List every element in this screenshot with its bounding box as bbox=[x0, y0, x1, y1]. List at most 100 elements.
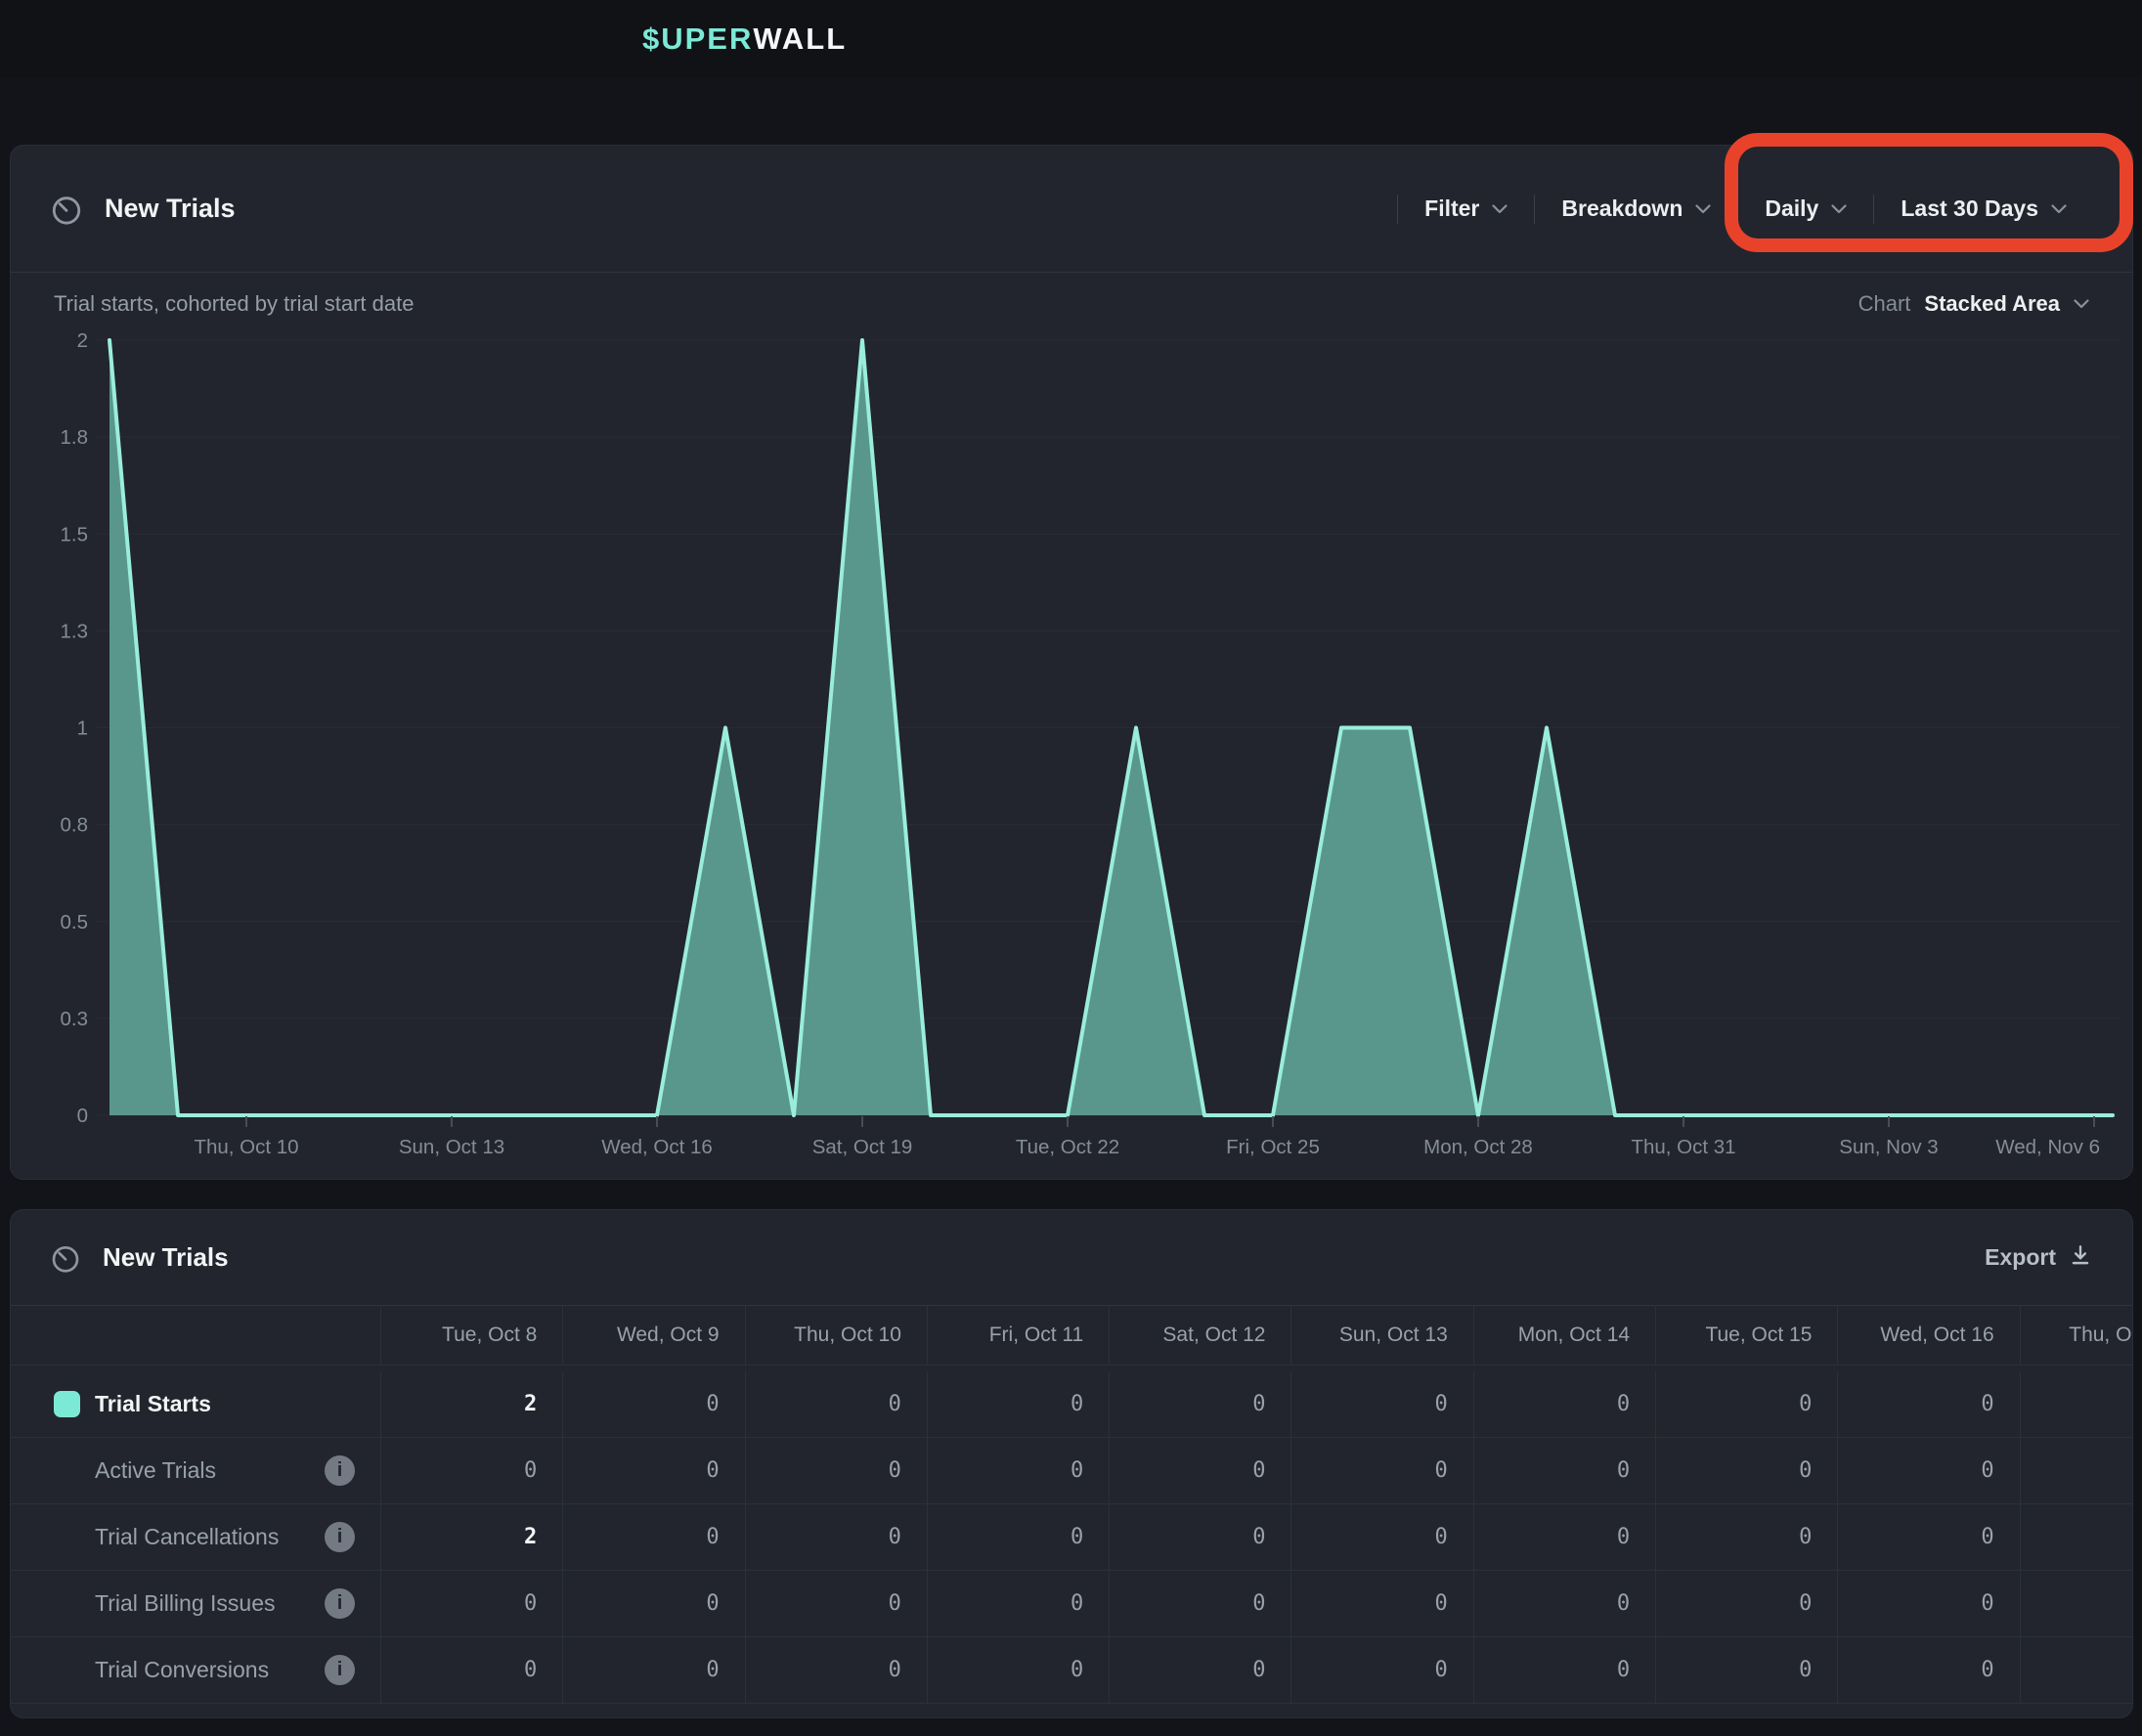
breakdown-dropdown[interactable]: Breakdown bbox=[1535, 195, 1737, 222]
svg-text:Wed, Oct 16: Wed, Oct 16 bbox=[601, 1136, 713, 1158]
value-cell: 0 bbox=[927, 1571, 1109, 1637]
svg-text:1.8: 1.8 bbox=[61, 426, 89, 449]
info-icon[interactable]: i bbox=[325, 1522, 355, 1552]
download-icon bbox=[2068, 1242, 2093, 1273]
column-header: Wed, Oct 9 bbox=[562, 1305, 744, 1366]
row-label: Active Trialsi bbox=[11, 1438, 380, 1504]
topbar: $UPERWALL bbox=[0, 0, 2142, 78]
svg-text:Mon, Oct 28: Mon, Oct 28 bbox=[1423, 1136, 1533, 1158]
value-cell: 0 bbox=[1655, 1571, 1837, 1637]
row-label: Trial Cancellationsi bbox=[11, 1504, 380, 1571]
chevron-down-icon bbox=[1695, 204, 1711, 214]
value-cell: 0 bbox=[1837, 1504, 2019, 1571]
value-cell: 0 bbox=[927, 1371, 1109, 1438]
value-cell: 0 bbox=[745, 1571, 927, 1637]
value-cell: 0 bbox=[1109, 1371, 1290, 1438]
svg-text:0.3: 0.3 bbox=[61, 1008, 89, 1030]
svg-text:1.5: 1.5 bbox=[61, 523, 89, 545]
svg-text:Wed, Nov 6: Wed, Nov 6 bbox=[1995, 1136, 2100, 1158]
svg-text:0: 0 bbox=[77, 1105, 88, 1127]
filter-dropdown[interactable]: Filter bbox=[1398, 195, 1534, 222]
svg-text:Sun, Nov 3: Sun, Nov 3 bbox=[1839, 1136, 1938, 1158]
chevron-down-icon bbox=[1831, 204, 1847, 214]
page: { "topbar": { "logo_teal": "$UPER", "log… bbox=[0, 0, 2142, 1736]
export-label: Export bbox=[1985, 1244, 2056, 1271]
value-cell: 0 bbox=[1109, 1438, 1290, 1504]
column-header: Fri, Oct 11 bbox=[927, 1305, 1109, 1366]
value-cell: 0 bbox=[1473, 1438, 1655, 1504]
info-icon[interactable]: i bbox=[325, 1588, 355, 1619]
value-cell: 0 bbox=[562, 1504, 744, 1571]
column-header: Tue, Oct 15 bbox=[1655, 1305, 1837, 1366]
info-icon[interactable]: i bbox=[325, 1455, 355, 1486]
granularity-dropdown[interactable]: Daily bbox=[1738, 195, 1873, 222]
value-cell: 0 bbox=[745, 1438, 927, 1504]
row-label: Trial Billing Issuesi bbox=[11, 1571, 380, 1637]
table-card-header: New Trials Export bbox=[11, 1210, 2132, 1305]
value-cell: 0 bbox=[1290, 1438, 1472, 1504]
value-cell: 0 bbox=[1655, 1371, 1837, 1438]
value-cell: 0 bbox=[1290, 1571, 1472, 1637]
date-range-dropdown[interactable]: Last 30 Days bbox=[1874, 195, 2093, 222]
value-cell: 0 bbox=[1473, 1637, 1655, 1704]
value-cell: 0 bbox=[1290, 1504, 1472, 1571]
chart-title-wrap: New Trials bbox=[50, 193, 236, 226]
info-icon[interactable]: i bbox=[325, 1655, 355, 1685]
svg-text:0.5: 0.5 bbox=[61, 911, 89, 933]
column-header: Thu, Oct 17 bbox=[2020, 1305, 2133, 1366]
chart-type-dropdown[interactable]: Chart Stacked Area bbox=[1858, 291, 2089, 317]
series-swatch bbox=[54, 1391, 80, 1417]
svg-text:Sat, Oct 19: Sat, Oct 19 bbox=[812, 1136, 913, 1158]
value-cell: 0 bbox=[1655, 1504, 1837, 1571]
chart-subtitle: Trial starts, cohorted by trial start da… bbox=[54, 291, 414, 317]
column-header: Tue, Oct 8 bbox=[380, 1305, 562, 1366]
value-cell: 0 bbox=[562, 1371, 744, 1438]
chevron-down-icon bbox=[2074, 299, 2089, 309]
superwall-logo: $UPERWALL bbox=[642, 0, 847, 78]
value-cell: 0 bbox=[1109, 1571, 1290, 1637]
column-header: Thu, Oct 10 bbox=[745, 1305, 927, 1366]
chart-controls: Filter Breakdown Daily Las bbox=[1397, 195, 2093, 224]
value-cell: 0 bbox=[1837, 1571, 2019, 1637]
value-cell: 0 bbox=[1473, 1504, 1655, 1571]
page-title: New Trials bbox=[105, 194, 236, 224]
row-label-text: Trial Starts bbox=[95, 1391, 211, 1417]
column-header: Wed, Oct 16 bbox=[1837, 1305, 2019, 1366]
chevron-down-icon bbox=[2051, 204, 2067, 214]
granularity-label: Daily bbox=[1765, 195, 1818, 222]
value-cell: 0 bbox=[1109, 1637, 1290, 1704]
value-cell: 0 bbox=[1290, 1637, 1472, 1704]
value-cell: 0 bbox=[380, 1637, 562, 1704]
date-range-label: Last 30 Days bbox=[1901, 195, 2038, 222]
value-cell: 0 bbox=[562, 1438, 744, 1504]
value-cell bbox=[2020, 1438, 2133, 1504]
value-cell: 0 bbox=[745, 1504, 927, 1571]
value-cell: 0 bbox=[1655, 1438, 1837, 1504]
value-cell: 2 bbox=[380, 1504, 562, 1571]
svg-text:1.3: 1.3 bbox=[61, 620, 89, 642]
table-corner-cell bbox=[11, 1305, 380, 1366]
breakdown-label: Breakdown bbox=[1561, 195, 1683, 222]
chart-type-value: Stacked Area bbox=[1924, 291, 2060, 317]
value-cell: 0 bbox=[562, 1637, 744, 1704]
chart-card-header: New Trials Filter Breakdown Daily bbox=[11, 146, 2132, 273]
column-header: Mon, Oct 14 bbox=[1473, 1305, 1655, 1366]
value-cell: 0 bbox=[1290, 1371, 1472, 1438]
value-cell: 0 bbox=[1837, 1371, 2019, 1438]
value-cell: 0 bbox=[745, 1371, 927, 1438]
new-trials-table-card: New Trials Export Tue, Oct 8Wed, Oct 9Th… bbox=[10, 1209, 2133, 1718]
value-cell bbox=[2020, 1571, 2133, 1637]
svg-text:Sun, Oct 13: Sun, Oct 13 bbox=[399, 1136, 504, 1158]
chart-subheader: Trial starts, cohorted by trial start da… bbox=[11, 274, 2132, 334]
svg-text:Fri, Oct 25: Fri, Oct 25 bbox=[1226, 1136, 1320, 1158]
value-cell: 0 bbox=[927, 1504, 1109, 1571]
timer-icon bbox=[50, 193, 83, 226]
chevron-down-icon bbox=[1492, 204, 1508, 214]
value-cell: 0 bbox=[1473, 1371, 1655, 1438]
value-cell bbox=[2020, 1637, 2133, 1704]
column-header: Sat, Oct 12 bbox=[1109, 1305, 1290, 1366]
column-header: Sun, Oct 13 bbox=[1290, 1305, 1472, 1366]
row-label-text: Trial Conversions bbox=[95, 1657, 269, 1683]
export-button[interactable]: Export bbox=[1985, 1242, 2093, 1273]
value-cell: 0 bbox=[927, 1637, 1109, 1704]
